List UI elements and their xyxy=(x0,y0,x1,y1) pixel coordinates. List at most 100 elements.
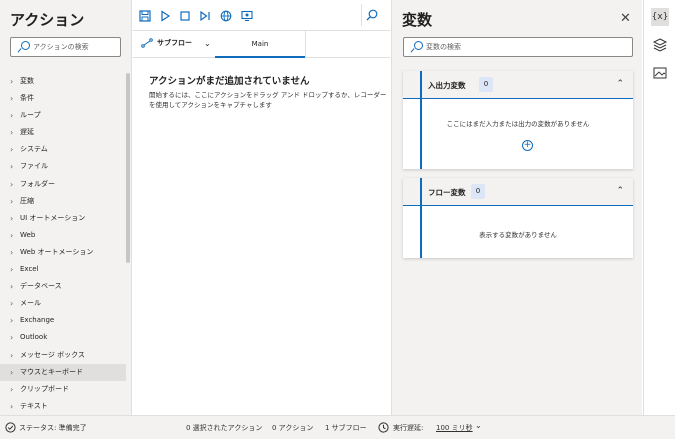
action-category-label: Web オートメーション xyxy=(20,247,94,256)
search-icon xyxy=(18,41,30,53)
variables-icon[interactable]: {x} xyxy=(651,8,669,26)
action-category[interactable]: › 遅延 xyxy=(0,124,126,141)
clock-icon xyxy=(378,422,389,433)
status-text: ステータス: 準備完了 xyxy=(19,424,87,432)
action-category[interactable]: › クリップボード xyxy=(0,381,126,398)
chevron-right-icon: › xyxy=(10,179,14,189)
editor-toolbar xyxy=(133,0,390,31)
action-category[interactable]: › Web オートメーション xyxy=(0,244,126,261)
tab-divider xyxy=(305,31,306,58)
action-category[interactable]: › システム xyxy=(0,141,126,158)
chevron-right-icon: › xyxy=(10,111,14,121)
subflow-label: サブフロー xyxy=(157,39,192,47)
action-category-label: メール xyxy=(20,299,41,308)
action-category-label: メッセージ ボックス xyxy=(20,350,85,359)
variables-search-placeholder: 変数の検索 xyxy=(426,43,461,51)
chevron-right-icon: › xyxy=(10,162,14,172)
action-category[interactable]: › メッセージ ボックス xyxy=(0,347,126,364)
action-category-label: フォルダー xyxy=(20,179,55,188)
action-category[interactable]: › Excel xyxy=(0,261,126,278)
chevron-right-icon: › xyxy=(10,196,14,206)
action-category[interactable]: › データベース xyxy=(0,278,126,295)
action-category[interactable]: › ループ xyxy=(0,107,126,124)
add-variable-icon[interactable]: + xyxy=(522,140,533,151)
chevron-right-icon: › xyxy=(10,350,14,360)
actions-panel-title: アクション xyxy=(10,11,85,29)
chevron-right-icon: › xyxy=(10,282,14,292)
desktop-recorder-icon[interactable] xyxy=(241,10,253,22)
chevron-right-icon: › xyxy=(10,128,14,138)
action-category[interactable]: › テキスト xyxy=(0,398,126,415)
editor-search-icon[interactable] xyxy=(366,9,378,21)
subflow-icon xyxy=(141,38,153,48)
action-category-label: 変数 xyxy=(20,77,34,85)
chevron-right-icon: › xyxy=(10,384,14,394)
chevron-right-icon: › xyxy=(10,230,14,240)
chevron-right-icon: › xyxy=(10,401,14,411)
chevron-right-icon: › xyxy=(10,299,14,309)
run-delay-label: 実行遅延: xyxy=(393,424,424,432)
variables-search-input[interactable]: 変数の検索 xyxy=(403,37,633,57)
subflows-dropdown[interactable]: サブフロー ⌄ xyxy=(141,38,211,48)
action-category-label: ループ xyxy=(20,111,41,120)
action-category[interactable]: › マウスとキーボード xyxy=(0,363,126,381)
chevron-right-icon: › xyxy=(10,265,14,275)
io-variables-title: 入出力変数 xyxy=(428,81,466,90)
run-delay-value[interactable]: 100 ミリ秒 xyxy=(436,423,473,433)
close-icon[interactable]: ✕ xyxy=(620,12,631,25)
flow-variables-card: フロー変数 0 ⌃ 表示する変数がありません xyxy=(403,178,633,258)
flow-variables-title: フロー変数 xyxy=(428,188,466,197)
variables-panel: 変数 ✕ 変数の検索 入出力変数 0 ⌃ ここにはまだ入力または出力の変数があり… xyxy=(391,0,642,415)
action-category[interactable]: › Exchange xyxy=(0,312,126,329)
status-bar: ステータス: 準備完了 0 選択されたアクション 0 アクション 1 サブフロー… xyxy=(0,415,675,439)
action-category-label: UI オートメーション xyxy=(20,213,86,222)
run-icon[interactable] xyxy=(159,10,171,22)
checkmark-circle-icon xyxy=(5,422,16,433)
io-variables-empty: ここにはまだ入力または出力の変数がありません xyxy=(446,120,590,128)
action-category-label: マウスとキーボード xyxy=(20,367,83,376)
actions-search-input[interactable]: アクションの検索 xyxy=(10,37,121,57)
selected-actions-count: 0 選択されたアクション xyxy=(186,424,263,432)
action-category-label: 遅延 xyxy=(20,128,34,137)
chevron-right-icon: › xyxy=(10,213,14,223)
save-icon[interactable] xyxy=(139,10,151,22)
layers-icon[interactable] xyxy=(651,36,669,54)
action-category[interactable]: › UI オートメーション xyxy=(0,210,126,227)
stop-icon[interactable] xyxy=(179,10,191,22)
chevron-up-icon[interactable]: ⌃ xyxy=(616,186,624,196)
io-variables-header[interactable]: 入出力変数 0 ⌃ xyxy=(403,71,633,99)
toolbar-divider xyxy=(361,4,362,26)
flow-variables-header[interactable]: フロー変数 0 ⌃ xyxy=(403,178,633,206)
chevron-right-icon: › xyxy=(10,94,14,104)
empty-state-description: 開始するには、ここにアクションをドラッグ アンド ドロップするか、レコーダーを使… xyxy=(149,91,387,109)
chevron-up-icon[interactable]: ⌃ xyxy=(616,79,624,89)
flow-editor: サブフロー ⌄ Main アクションがまだ追加されていません 開始するには、ここ… xyxy=(133,0,390,415)
chevron-right-icon: › xyxy=(10,316,14,326)
chevron-right-icon: › xyxy=(10,77,14,86)
empty-state-title: アクションがまだ追加されていません xyxy=(149,76,310,87)
action-category[interactable]: › ファイル xyxy=(0,158,126,175)
images-icon[interactable] xyxy=(651,64,669,82)
action-category-label: システム xyxy=(20,145,48,154)
action-category[interactable]: › 条件 xyxy=(0,90,126,107)
action-category[interactable]: › 圧縮 xyxy=(0,193,126,210)
action-category-label: 圧縮 xyxy=(20,196,34,205)
flow-accent-line xyxy=(420,178,422,258)
step-icon[interactable] xyxy=(199,10,211,22)
chevron-down-icon[interactable]: ⌄ xyxy=(475,421,482,430)
action-category[interactable]: › Web xyxy=(0,227,126,244)
action-category-label: クリップボード xyxy=(20,384,69,393)
side-rail: {x} xyxy=(643,0,675,415)
actions-search-placeholder: アクションの検索 xyxy=(33,43,89,51)
action-category[interactable]: › メール xyxy=(0,295,126,312)
web-recorder-icon[interactable] xyxy=(220,10,232,22)
action-category-label: ファイル xyxy=(20,162,48,171)
action-category-label: Exchange xyxy=(20,316,55,325)
action-category-label: テキスト xyxy=(20,401,48,410)
actions-scrollbar[interactable] xyxy=(126,73,130,263)
action-category[interactable]: › フォルダー xyxy=(0,176,126,193)
action-category[interactable]: › 変数 xyxy=(0,73,126,90)
action-category[interactable]: › Outlook xyxy=(0,329,126,346)
action-category-label: データベース xyxy=(20,282,62,291)
tab-main[interactable]: Main xyxy=(215,31,305,58)
